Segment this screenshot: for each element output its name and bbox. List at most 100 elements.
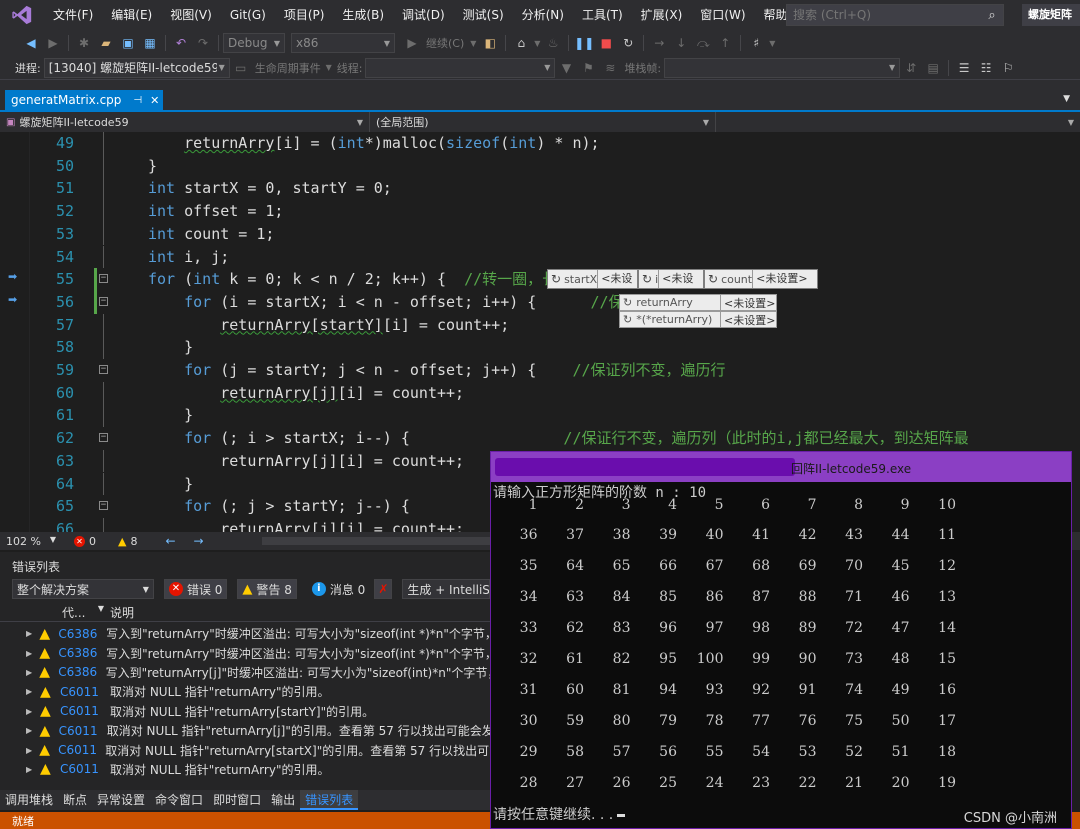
expand-icon[interactable]: ▶ [26, 687, 40, 696]
code-line[interactable]: 59 − for (j = startY; j < n - offset; j++… [0, 359, 1080, 382]
code-line[interactable]: 55−for (int k = 0; k < n / 2; k++) { //转… [0, 268, 1080, 291]
menu-item[interactable]: 工具(T) [573, 0, 632, 30]
description-column-header[interactable]: 说明 [110, 604, 134, 621]
collapse-icon[interactable]: − [99, 296, 108, 306]
code-line[interactable]: 50} [0, 154, 1080, 178]
build-intellisense-select[interactable]: 生成 + IntelliS [402, 579, 490, 599]
error-list-row[interactable]: ▶ ▲ C6011 取消对 NULL 指针"returnArry"的引用。 [0, 760, 490, 779]
open-file-icon[interactable]: ▰ [95, 32, 117, 54]
horizontal-scrollbar[interactable] [262, 537, 492, 545]
process-select[interactable]: [13040] 螺旋矩阵II-letcode59.ex▼ [43, 57, 230, 78]
warning-code[interactable]: C6386 [58, 627, 106, 641]
expand-icon[interactable]: ▶ [26, 707, 40, 716]
code-line[interactable]: 51 int startX = 0, startY = 0; [0, 177, 1080, 201]
warning-code[interactable]: C6011 [60, 762, 110, 776]
expand-icon[interactable]: ▶ [26, 726, 39, 735]
layout-icon[interactable]: ▤ [922, 57, 944, 79]
error-count-indicator[interactable]: ✕ 0 [74, 535, 96, 548]
chevron-down-icon[interactable]: ▼ [532, 32, 542, 54]
menu-item[interactable]: 生成(B) [333, 0, 393, 30]
code-line[interactable]: 52 int offset = 1; [0, 200, 1080, 223]
menu-item[interactable]: 窗口(W) [691, 0, 754, 30]
previous-issue-icon[interactable]: ← [165, 534, 175, 548]
datatip-startx[interactable]: ↻ startX <未设 [547, 269, 638, 289]
warning-code[interactable]: C6011 [58, 743, 105, 757]
step-into-icon[interactable]: ↓ [670, 32, 692, 54]
search-icon[interactable]: ⌕ [981, 8, 1003, 23]
process-icon[interactable]: ⌂ [510, 32, 532, 54]
clear-filter-button[interactable]: ✗ [374, 579, 393, 599]
expand-icon[interactable]: ▶ [26, 746, 39, 755]
code-column-header[interactable]: 代... ▼ [62, 604, 110, 621]
tool-tab[interactable]: 调用堆栈 [0, 790, 58, 810]
chevron-down-icon[interactable]: ▼ [324, 57, 334, 79]
menu-item[interactable]: 扩展(X) [632, 0, 692, 30]
refresh-icon[interactable]: ↻ [623, 313, 632, 326]
error-scope-select[interactable]: 整个解决方案 ▼ [12, 579, 154, 599]
warnings-filter-button[interactable]: ▲ 警告 8 [237, 579, 297, 599]
error-list-row[interactable]: ▶ ▲ C6011 取消对 NULL 指针"returnArry"的引用。 [0, 682, 490, 701]
refresh-icon[interactable]: ↻ [551, 272, 561, 286]
datatip-returnarry[interactable]: ↻ returnArry <未设置> [619, 294, 777, 311]
tool-tab[interactable]: 即时窗口 [208, 790, 266, 810]
menu-item[interactable]: 编辑(E) [102, 0, 161, 30]
refresh-icon[interactable]: ↻ [642, 272, 652, 286]
restart-icon[interactable]: ↻ [617, 32, 639, 54]
scope-select[interactable]: (全局范围) ▼ [370, 112, 716, 132]
show-threads-icon[interactable]: ≋ [599, 57, 621, 79]
undo-icon[interactable]: ↶ [170, 32, 192, 54]
warning-code[interactable]: C6011 [60, 685, 110, 699]
error-list-row[interactable]: ▶ ▲ C6386 写入到"returnArry"时缓冲区溢出: 可写大小为"size… [0, 624, 490, 643]
menu-item[interactable]: Git(G) [221, 0, 275, 30]
stackframe-select[interactable]: ▼ [664, 57, 901, 78]
refresh-icon[interactable]: ↻ [708, 272, 718, 286]
step-over-icon[interactable]: ⤼ [692, 32, 714, 54]
refresh-icon[interactable]: ↻ [623, 296, 632, 309]
platform-select[interactable]: x86 ▼ [291, 33, 395, 53]
search-box[interactable]: ⌕ [786, 4, 1004, 26]
collapse-icon[interactable]: − [99, 274, 108, 284]
flag-threads-icon[interactable]: ⚑ [577, 57, 599, 79]
collapse-icon[interactable]: − [99, 365, 108, 374]
expand-icon[interactable]: ▶ [26, 649, 39, 658]
code-line[interactable]: 62 − for (; i > startX; i--) { //保证行不变，遍历… [0, 427, 1080, 450]
tool-tab[interactable]: 异常设置 [92, 790, 150, 810]
tab-generatmatrix-cpp[interactable]: generatMatrix.cpp ⊣ ✕ [5, 90, 163, 110]
project-select[interactable]: ▣ 螺旋矩阵II-letcode59 ▼ [0, 112, 370, 132]
menu-item[interactable]: 测试(S) [454, 0, 513, 30]
error-list-row[interactable]: ▶ ▲ C6386 写入到"returnArry"时缓冲区溢出: 可写大小为"size… [0, 643, 490, 662]
warning-code[interactable]: C6386 [58, 665, 105, 679]
error-list-row[interactable]: ▶ ▲ C6386 写入到"returnArry[j]"时缓冲区溢出: 可写大小为"s… [0, 663, 490, 682]
datatip-count[interactable]: ↻ count <未设置> [704, 269, 818, 289]
menu-item[interactable]: 文件(F) [44, 0, 102, 30]
menu-item[interactable]: 项目(P) [275, 0, 334, 30]
collapse-icon[interactable]: − [99, 433, 108, 443]
chevron-down-icon[interactable]: ▼ [467, 32, 479, 54]
save-icon[interactable]: ▣ [117, 32, 139, 54]
expand-icon[interactable]: ▶ [26, 629, 39, 638]
lifecycle-events-button[interactable]: 生命周期事件 [252, 60, 324, 76]
tool-tab[interactable]: 输出 [266, 790, 300, 810]
pause-icon[interactable]: ❚❚ [573, 32, 595, 54]
uncomment-icon[interactable]: ☷ [975, 57, 997, 79]
code-line[interactable]: 57 returnArry[startY][i] = count++; [0, 313, 1080, 337]
step-out-icon[interactable]: ↑ [714, 32, 736, 54]
tab-overflow-icon[interactable]: ▼ [1063, 94, 1070, 104]
datatip-i[interactable]: ↻ i <未设 [638, 269, 704, 289]
error-list-row[interactable]: ▶ ▲ C6011 取消对 NULL 指针"returnArry[startX]"的引… [0, 740, 490, 759]
menu-item[interactable]: 视图(V) [161, 0, 221, 30]
next-issue-icon[interactable]: → [194, 534, 204, 548]
toggle-breakpoint-icon[interactable]: ♯ [745, 32, 767, 54]
warning-count-indicator[interactable]: ▲ 8 [118, 535, 137, 548]
continue-button[interactable]: 继续(C) [423, 35, 467, 51]
stack-options-icon[interactable]: ⇵ [900, 57, 922, 79]
code-line[interactable]: 60 returnArry[j][i] = count++; [0, 381, 1080, 405]
show-next-statement-icon[interactable]: → [648, 32, 670, 54]
expand-icon[interactable]: ▶ [26, 765, 40, 774]
menu-item[interactable]: 分析(N) [513, 0, 573, 30]
tool-tab[interactable]: 错误列表 [300, 790, 359, 810]
filter-threads-icon[interactable]: ▼ [555, 57, 577, 79]
save-all-icon[interactable]: ▦ [139, 32, 161, 54]
member-select[interactable]: ▼ [716, 112, 1080, 132]
console-title-bar[interactable]: 回阵II-letcode59.exe [491, 452, 1071, 482]
